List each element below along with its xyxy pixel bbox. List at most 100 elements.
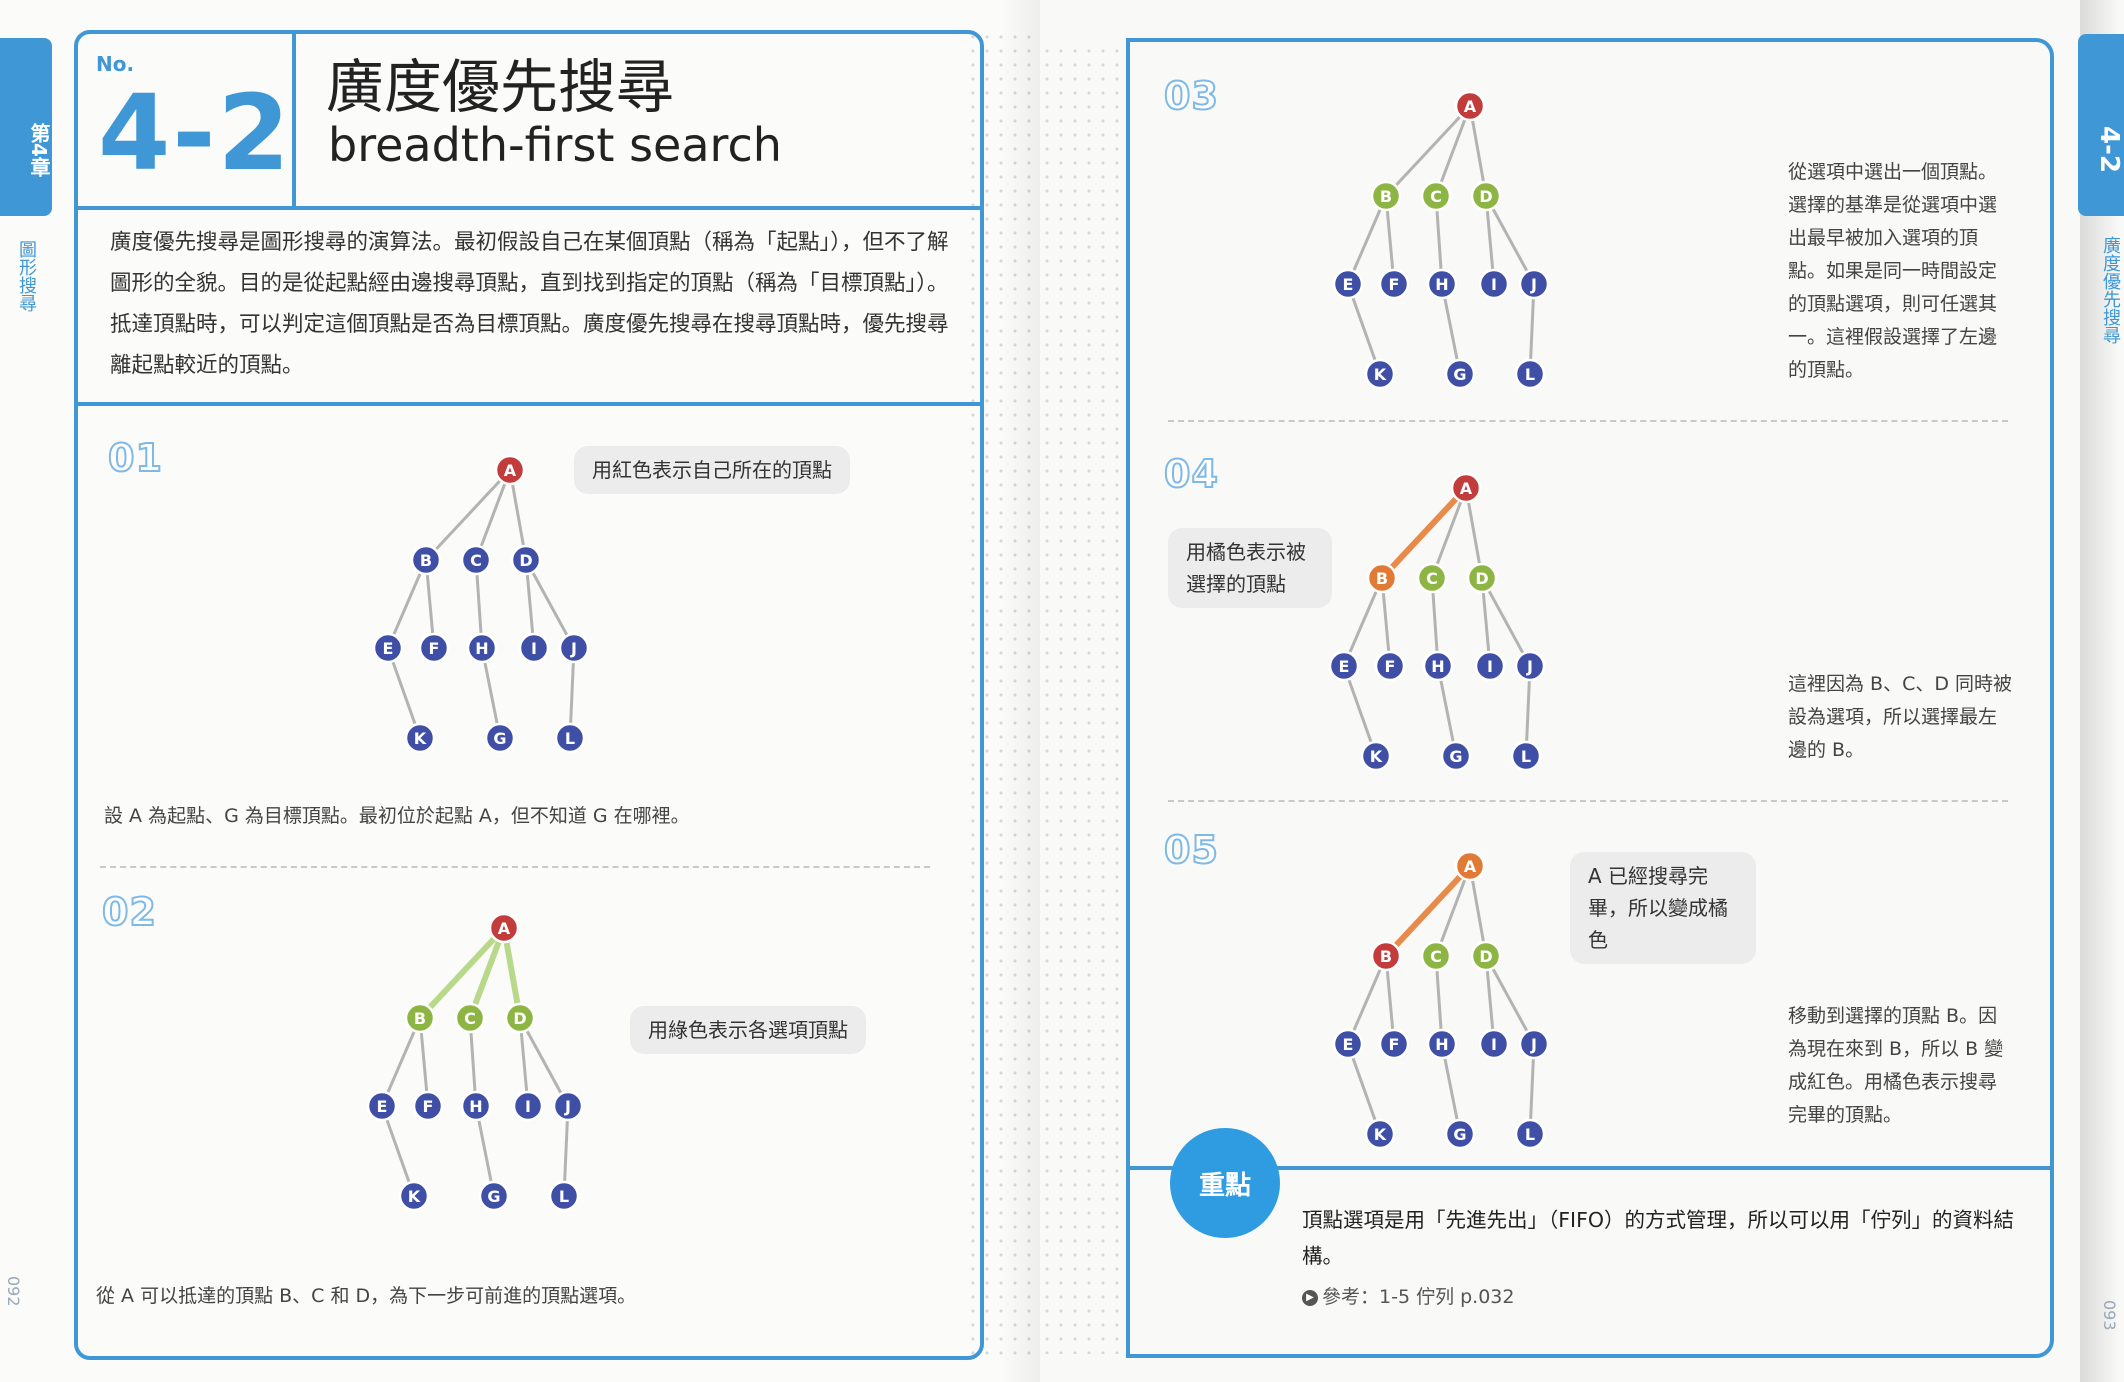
svg-text:E: E: [1343, 275, 1354, 294]
caption-03: 從選項中選出一個頂點。選擇的基準是從選項中選出最早被加入選項的頂點。如果是同一時…: [1788, 161, 1998, 381]
graph-step-02: A B C D E F H I J K G L: [364, 906, 644, 1212]
svg-text:I: I: [525, 1097, 531, 1116]
chapter-subtitle: 圖形搜尋: [16, 240, 37, 312]
svg-text:A: A: [1460, 479, 1473, 498]
svg-text:B: B: [1380, 947, 1392, 966]
caption-02: 從 A 可以抵達的頂點 B、C 和 D，為下一步可前進的頂點選項。: [96, 1285, 637, 1307]
svg-text:A: A: [1464, 97, 1477, 116]
node-c: C: [1420, 940, 1452, 972]
svg-text:L: L: [1521, 747, 1531, 766]
svg-text:B: B: [414, 1009, 426, 1028]
node-e: E: [366, 1090, 398, 1122]
node-b: B: [1370, 940, 1402, 972]
graph-svg: A B C D E F H I J K G L: [1328, 472, 1546, 772]
node-h: H: [1422, 650, 1454, 682]
node-d: D: [510, 544, 542, 576]
speech-bubble-01: 用紅色表示自己所在的頂點: [574, 446, 850, 494]
node-k: K: [404, 722, 436, 754]
svg-text:G: G: [487, 1187, 500, 1206]
step-label-02: 02: [101, 889, 157, 935]
section-title-zh: 廣度優先搜尋: [326, 53, 675, 121]
svg-text:H: H: [475, 639, 488, 658]
speech-bubble-02: 用綠色表示各選項頂點: [630, 1006, 866, 1054]
svg-text:K: K: [1374, 1125, 1387, 1144]
step-label-03: 03: [1163, 73, 1219, 119]
graph-svg: A B C D E F H I J K G L: [1332, 90, 1550, 390]
svg-text:L: L: [1525, 1125, 1535, 1144]
header-divider: [74, 206, 980, 210]
svg-text:I: I: [531, 639, 537, 658]
svg-text:C: C: [1426, 569, 1438, 588]
step-label-04: 04: [1163, 451, 1219, 497]
node-g: G: [1444, 1118, 1476, 1150]
chapter-tab[interactable]: 4-2: [2078, 34, 2124, 216]
node-j: J: [552, 1090, 584, 1122]
svg-text:D: D: [513, 1009, 526, 1028]
node-h: H: [466, 632, 498, 664]
node-f: F: [412, 1090, 444, 1122]
node-e: E: [1332, 1028, 1364, 1060]
node-f: F: [1378, 268, 1410, 300]
svg-text:G: G: [1449, 747, 1462, 766]
node-a: A: [1450, 472, 1482, 504]
step-label-05: 05: [1163, 827, 1219, 873]
svg-text:J: J: [1530, 275, 1537, 294]
graph-svg: A B C D E F H I J K G L: [372, 454, 590, 754]
svg-text:A: A: [504, 461, 517, 480]
node-e: E: [372, 632, 404, 664]
reference-link[interactable]: ▶ 參考：1-5 佇列 p.032: [1302, 1282, 1514, 1309]
header-vertical-divider: [292, 30, 296, 208]
node-i: I: [518, 632, 550, 664]
node-d: D: [1470, 180, 1502, 212]
node-k: K: [1364, 358, 1396, 390]
reference-text: 參考：1-5 佇列 p.032: [1322, 1286, 1515, 1308]
node-l: L: [554, 722, 586, 754]
node-a: A: [494, 454, 526, 486]
svg-text:B: B: [1380, 187, 1392, 206]
node-e: E: [1332, 268, 1364, 300]
svg-text:H: H: [469, 1097, 482, 1116]
svg-text:J: J: [1530, 1035, 1537, 1054]
graph-step-05: A B C D E F H I J K G L: [1330, 844, 1610, 1150]
node-j: J: [1518, 1028, 1550, 1060]
svg-text:I: I: [1491, 275, 1497, 294]
dashed-divider: [100, 866, 930, 868]
svg-text:E: E: [383, 639, 394, 658]
node-e: E: [1328, 650, 1360, 682]
node-j: J: [558, 632, 590, 664]
graph-step-04: A B C D E F H I J K G L: [1326, 466, 1606, 772]
node-f: F: [1374, 650, 1406, 682]
edge-a-b: [1384, 104, 1472, 198]
svg-text:A: A: [498, 919, 511, 938]
node-d: D: [504, 1002, 536, 1034]
caption-04: 這裡因為 B、C、D 同時被設為選項，所以選擇最左邊的 B。: [1788, 673, 2013, 761]
svg-text:C: C: [1430, 187, 1442, 206]
node-l: L: [548, 1180, 580, 1212]
svg-text:G: G: [1453, 365, 1466, 384]
edge-a-b: [1383, 863, 1473, 959]
svg-text:J: J: [570, 639, 577, 658]
node-a: A: [1454, 90, 1486, 122]
svg-text:J: J: [564, 1097, 571, 1116]
node-a: A: [488, 912, 520, 944]
page-number: 092: [4, 1276, 23, 1307]
svg-text:G: G: [1453, 1125, 1466, 1144]
node-j: J: [1514, 650, 1546, 682]
svg-text:K: K: [1370, 747, 1383, 766]
node-h: H: [460, 1090, 492, 1122]
svg-text:L: L: [1525, 365, 1535, 384]
svg-text:K: K: [408, 1187, 421, 1206]
node-l: L: [1514, 358, 1546, 390]
svg-text:I: I: [1487, 657, 1493, 676]
dashed-divider: [1168, 800, 2008, 802]
node-l: L: [1514, 1118, 1546, 1150]
edge-a-b: [1379, 485, 1469, 581]
dashed-divider: [1168, 420, 2008, 422]
svg-text:H: H: [1431, 657, 1444, 676]
node-g: G: [1444, 358, 1476, 390]
chapter-tab[interactable]: 第4章: [0, 38, 52, 216]
node-g: G: [1440, 740, 1472, 772]
node-i: I: [1474, 650, 1506, 682]
svg-text:F: F: [429, 639, 440, 658]
node-h: H: [1426, 1028, 1458, 1060]
